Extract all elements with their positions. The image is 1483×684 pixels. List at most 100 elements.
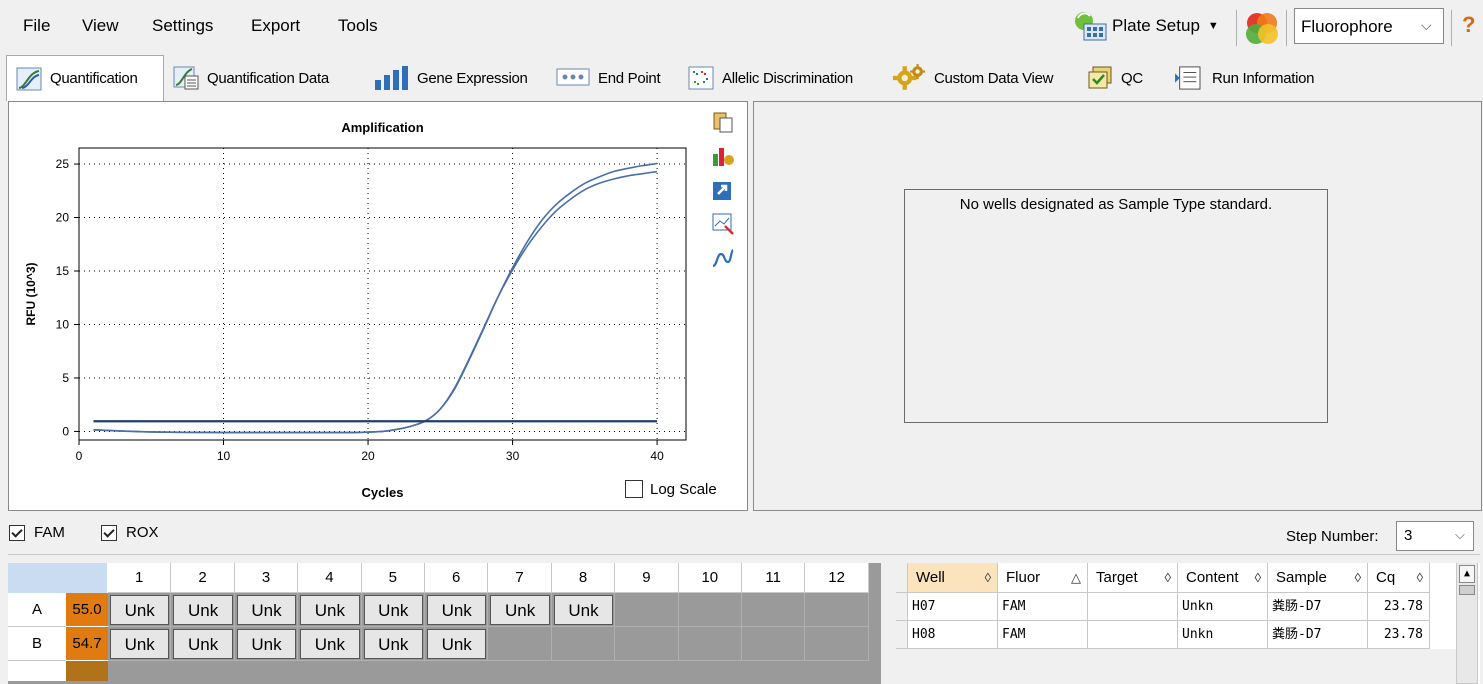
plate-well-label[interactable]: Unk bbox=[236, 595, 297, 625]
trace-styles-icon[interactable] bbox=[711, 246, 735, 270]
plate-column-header[interactable]: 6 bbox=[425, 563, 489, 593]
plate-column-header[interactable]: 11 bbox=[742, 563, 806, 593]
fluorophore-select[interactable]: Fluorophore ⌵ bbox=[1294, 8, 1444, 44]
rox-filter[interactable]: ROX bbox=[101, 524, 159, 541]
table-cell[interactable]: Unkn bbox=[1178, 593, 1268, 621]
table-cell[interactable]: 粪肠-D7 bbox=[1268, 593, 1368, 621]
table-cell[interactable]: FAM bbox=[998, 593, 1088, 621]
chart-settings-icon[interactable] bbox=[711, 144, 735, 168]
table-cell[interactable]: H08 bbox=[908, 621, 998, 649]
table-cell[interactable]: FAM bbox=[998, 621, 1088, 649]
log-scale-toggle[interactable]: Log Scale bbox=[625, 480, 717, 498]
well-results-table[interactable]: Well ◊ Fluor △ Target ◊ Content ◊ Sample ◊ Cq ◊ H07 F… bbox=[896, 563, 1480, 684]
plate-well[interactable] bbox=[805, 593, 869, 627]
plate-view[interactable]: 1 2 3 4 5 6 7 8 9 10 11 12 A 55.0 Unk Unk Unk Unk Unk Unk Un… bbox=[8, 563, 881, 684]
plate-well-label[interactable]: Unk bbox=[173, 629, 233, 659]
color-scheme-icon[interactable] bbox=[1244, 10, 1280, 46]
menu-view[interactable]: View bbox=[82, 16, 119, 36]
tab-quantification[interactable]: Quantification bbox=[6, 55, 164, 101]
plate-column-header[interactable]: 10 bbox=[678, 563, 742, 593]
scroll-up-icon[interactable]: ▲ bbox=[1459, 565, 1475, 583]
menu-settings[interactable]: Settings bbox=[152, 16, 213, 36]
tab-end-point[interactable]: End Point bbox=[556, 56, 661, 100]
plate-well[interactable] bbox=[805, 627, 869, 661]
table-cell[interactable] bbox=[1088, 593, 1178, 621]
zoom-icon[interactable] bbox=[711, 212, 735, 236]
plate-column-header[interactable]: 12 bbox=[805, 563, 869, 593]
standard-curve-box: No wells designated as Sample Type stand… bbox=[904, 189, 1328, 423]
plate-well[interactable] bbox=[488, 627, 552, 661]
tab-qc[interactable]: QC bbox=[1087, 56, 1143, 100]
table-column-header[interactable]: Cq ◊ bbox=[1368, 563, 1430, 593]
plate-well[interactable] bbox=[615, 627, 679, 661]
plate-well-label[interactable]: Unk bbox=[553, 595, 614, 625]
table-row-selector[interactable] bbox=[896, 593, 908, 621]
plate-well-label[interactable]: Unk bbox=[427, 629, 487, 659]
plate-well[interactable] bbox=[742, 593, 806, 627]
tab-allelic-discrimination[interactable]: Allelic Discrimination bbox=[688, 56, 853, 100]
plate-well-label[interactable]: Unk bbox=[363, 629, 423, 659]
copy-icon[interactable] bbox=[711, 110, 735, 134]
plate-well[interactable] bbox=[551, 627, 616, 661]
table-column-header[interactable]: Content ◊ bbox=[1178, 563, 1268, 593]
plate-well-label[interactable]: Unk bbox=[236, 629, 297, 659]
plate-well-label[interactable]: Unk bbox=[427, 595, 487, 625]
sort-icon[interactable]: △ bbox=[1071, 563, 1081, 593]
sort-icon[interactable]: ◊ bbox=[1255, 563, 1261, 593]
plate-column-header[interactable]: 7 bbox=[488, 563, 552, 593]
table-cell[interactable] bbox=[1088, 621, 1178, 649]
table-column-header[interactable]: Target ◊ bbox=[1088, 563, 1178, 593]
plate-well[interactable] bbox=[678, 627, 742, 661]
plate-well-label[interactable]: Unk bbox=[490, 595, 550, 625]
fam-checkbox[interactable] bbox=[9, 524, 25, 541]
rox-checkbox[interactable] bbox=[101, 524, 117, 541]
table-column-header[interactable]: Well ◊ bbox=[908, 563, 998, 593]
menu-file[interactable]: File bbox=[23, 16, 50, 36]
plate-setup-button[interactable]: Plate Setup ▼ bbox=[1070, 8, 1219, 44]
export-icon[interactable] bbox=[711, 178, 735, 202]
table-column-header[interactable]: Fluor △ bbox=[998, 563, 1088, 593]
tab-label: Quantification bbox=[50, 70, 138, 87]
sort-icon[interactable]: ◊ bbox=[985, 563, 991, 593]
fam-filter[interactable]: FAM bbox=[9, 524, 65, 541]
step-number-select[interactable]: 3 ⌵ bbox=[1396, 521, 1474, 551]
amplification-chart[interactable]: 0 10 20 30 40 0 5 10 15 20 25 Amplification Cycles RF… bbox=[9, 102, 747, 510]
tab-quantification-data[interactable]: Quantification Data bbox=[173, 56, 329, 100]
tab-gene-expression[interactable]: Gene Expression bbox=[373, 56, 528, 100]
tab-run-information[interactable]: Run Information bbox=[1172, 56, 1315, 100]
plate-well[interactable] bbox=[615, 593, 679, 627]
sort-icon[interactable]: ◊ bbox=[1355, 563, 1361, 593]
tab-custom-data-view[interactable]: Custom Data View bbox=[892, 56, 1053, 100]
sort-icon[interactable]: ◊ bbox=[1417, 563, 1423, 593]
plate-well[interactable] bbox=[678, 593, 742, 627]
scrollbar-thumb[interactable] bbox=[1459, 585, 1475, 595]
plate-well-label[interactable]: Unk bbox=[363, 595, 423, 625]
plate-column-header[interactable]: 4 bbox=[298, 563, 362, 593]
plate-column-header[interactable]: 1 bbox=[108, 563, 172, 593]
help-icon[interactable]: ? bbox=[1462, 12, 1475, 38]
plate-column-header[interactable]: 5 bbox=[361, 563, 425, 593]
plate-well-label[interactable]: Unk bbox=[110, 595, 170, 625]
plate-column-header[interactable]: 9 bbox=[615, 563, 679, 593]
plate-row-header[interactable]: B bbox=[8, 627, 66, 661]
table-cell[interactable]: Unkn bbox=[1178, 621, 1268, 649]
table-cell[interactable]: 粪肠-D7 bbox=[1268, 621, 1368, 649]
plate-well-label[interactable]: Unk bbox=[300, 629, 360, 659]
table-cell[interactable]: 23.78 bbox=[1368, 593, 1430, 621]
plate-well[interactable] bbox=[742, 627, 806, 661]
plate-row-header[interactable]: A bbox=[8, 593, 66, 627]
menu-tools[interactable]: Tools bbox=[338, 16, 378, 36]
plate-well-label[interactable]: Unk bbox=[300, 595, 360, 625]
table-cell[interactable]: H07 bbox=[908, 593, 998, 621]
table-column-header[interactable]: Sample ◊ bbox=[1268, 563, 1368, 593]
plate-well-label[interactable]: Unk bbox=[110, 629, 170, 659]
plate-column-header[interactable]: 2 bbox=[171, 563, 235, 593]
sort-icon[interactable]: ◊ bbox=[1165, 563, 1171, 593]
plate-column-header[interactable]: 3 bbox=[234, 563, 299, 593]
menu-export[interactable]: Export bbox=[251, 16, 300, 36]
log-scale-checkbox[interactable] bbox=[625, 480, 643, 498]
plate-column-header[interactable]: 8 bbox=[551, 563, 616, 593]
table-row-selector[interactable] bbox=[896, 621, 908, 649]
table-cell[interactable]: 23.78 bbox=[1368, 621, 1430, 649]
plate-well-label[interactable]: Unk bbox=[173, 595, 233, 625]
